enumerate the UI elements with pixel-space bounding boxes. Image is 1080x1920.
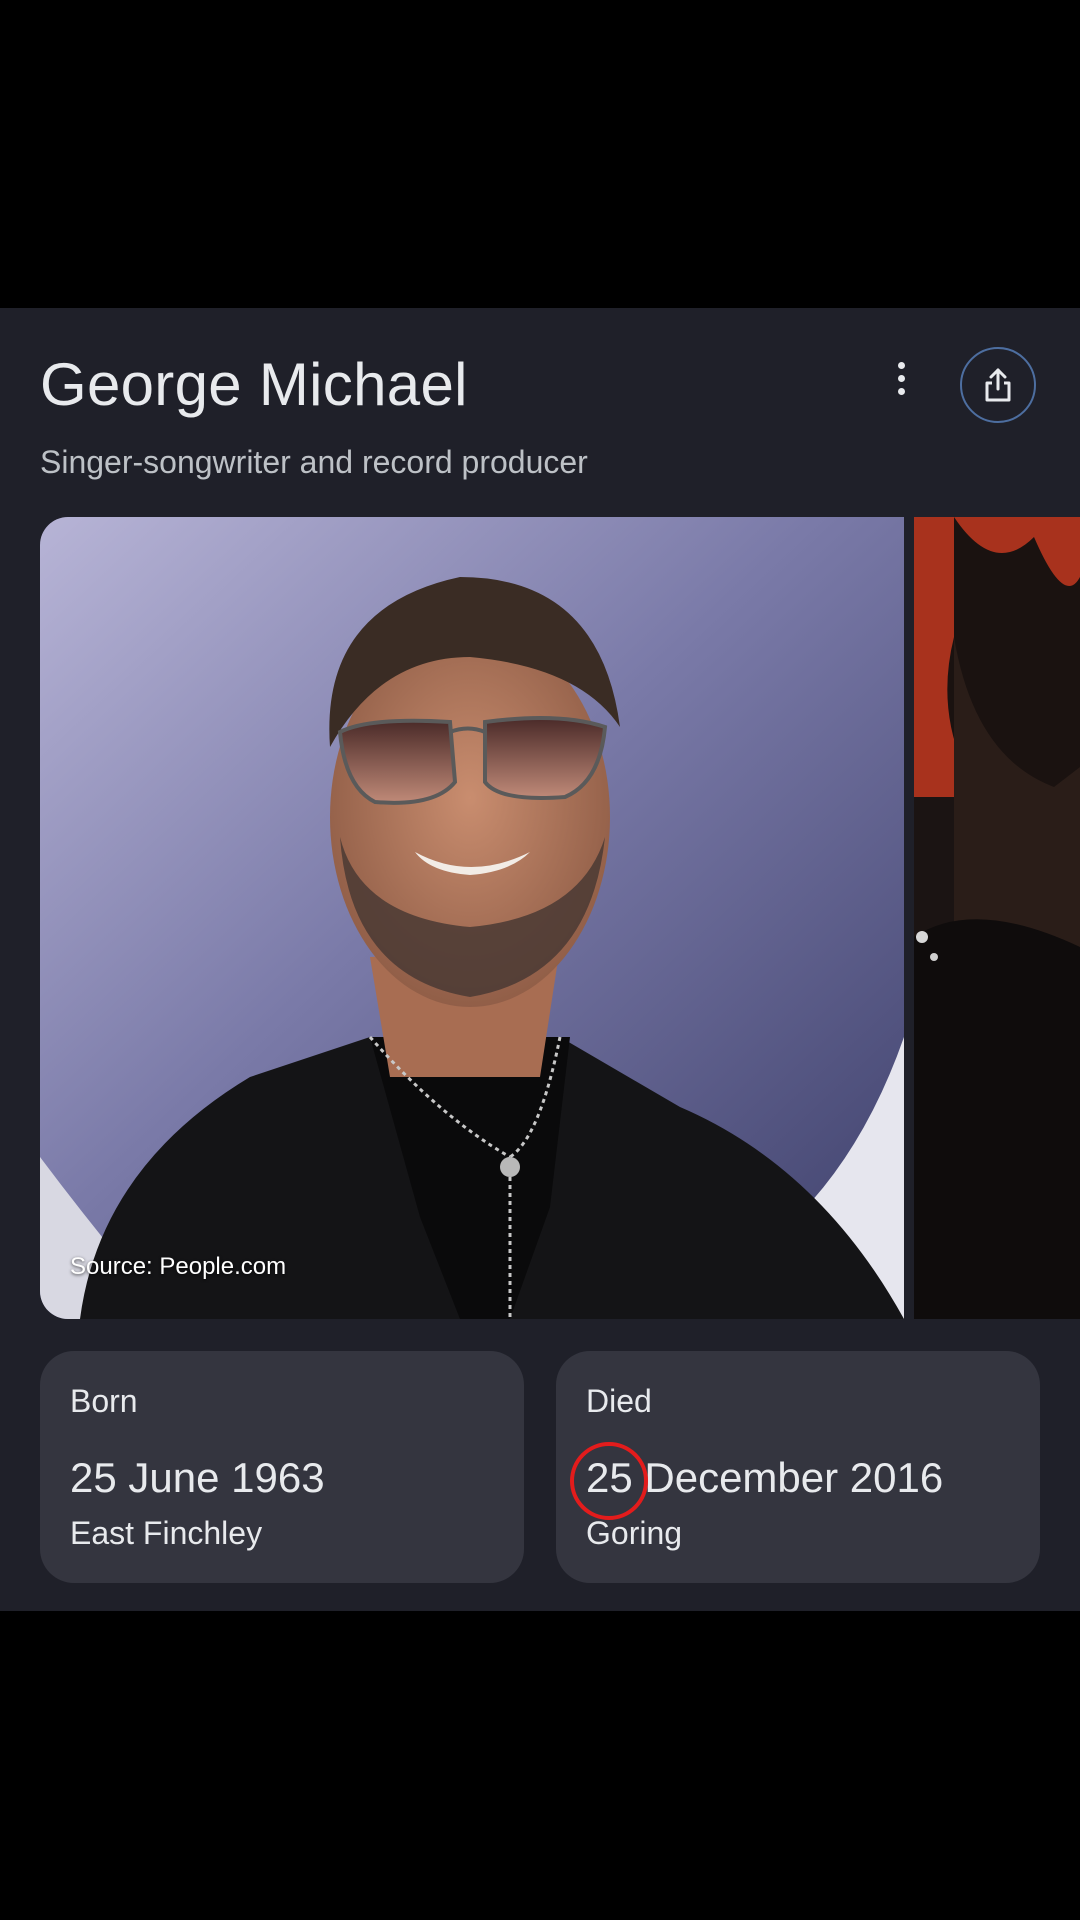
- born-place: East Finchley: [70, 1515, 263, 1551]
- share-button[interactable]: [960, 347, 1036, 423]
- share-icon: [985, 368, 1011, 402]
- more-options-button[interactable]: [876, 348, 926, 408]
- died-label: Died: [586, 1383, 652, 1419]
- born-label: Born: [70, 1383, 138, 1419]
- portrait-photo: [40, 517, 904, 1319]
- image-carousel[interactable]: Source: People.com: [40, 517, 1080, 1319]
- main-photo[interactable]: Source: People.com: [40, 517, 904, 1319]
- more-vert-icon: [897, 361, 905, 369]
- top-black-area: [0, 0, 1080, 308]
- more-vert-icon-dot: [897, 374, 905, 382]
- image-source-label: Source: People.com: [70, 1253, 287, 1280]
- bottom-black-area: [0, 1611, 1080, 1920]
- born-date: 25 June 1963: [70, 1454, 325, 1501]
- secondary-photo-graphic: [914, 517, 1080, 1319]
- red-annotation-circle: [570, 1442, 648, 1520]
- born-card[interactable]: Born 25 June 1963 East Finchley: [40, 1351, 524, 1583]
- secondary-photo[interactable]: [914, 517, 1080, 1319]
- more-vert-icon-dot: [897, 387, 905, 395]
- page-subtitle: Singer-songwriter and record producer: [40, 444, 588, 480]
- page-title: George Michael: [40, 351, 468, 418]
- died-place: Goring: [586, 1515, 683, 1551]
- knowledge-panel: George Michael Singer-songwriter and rec…: [0, 308, 1080, 1611]
